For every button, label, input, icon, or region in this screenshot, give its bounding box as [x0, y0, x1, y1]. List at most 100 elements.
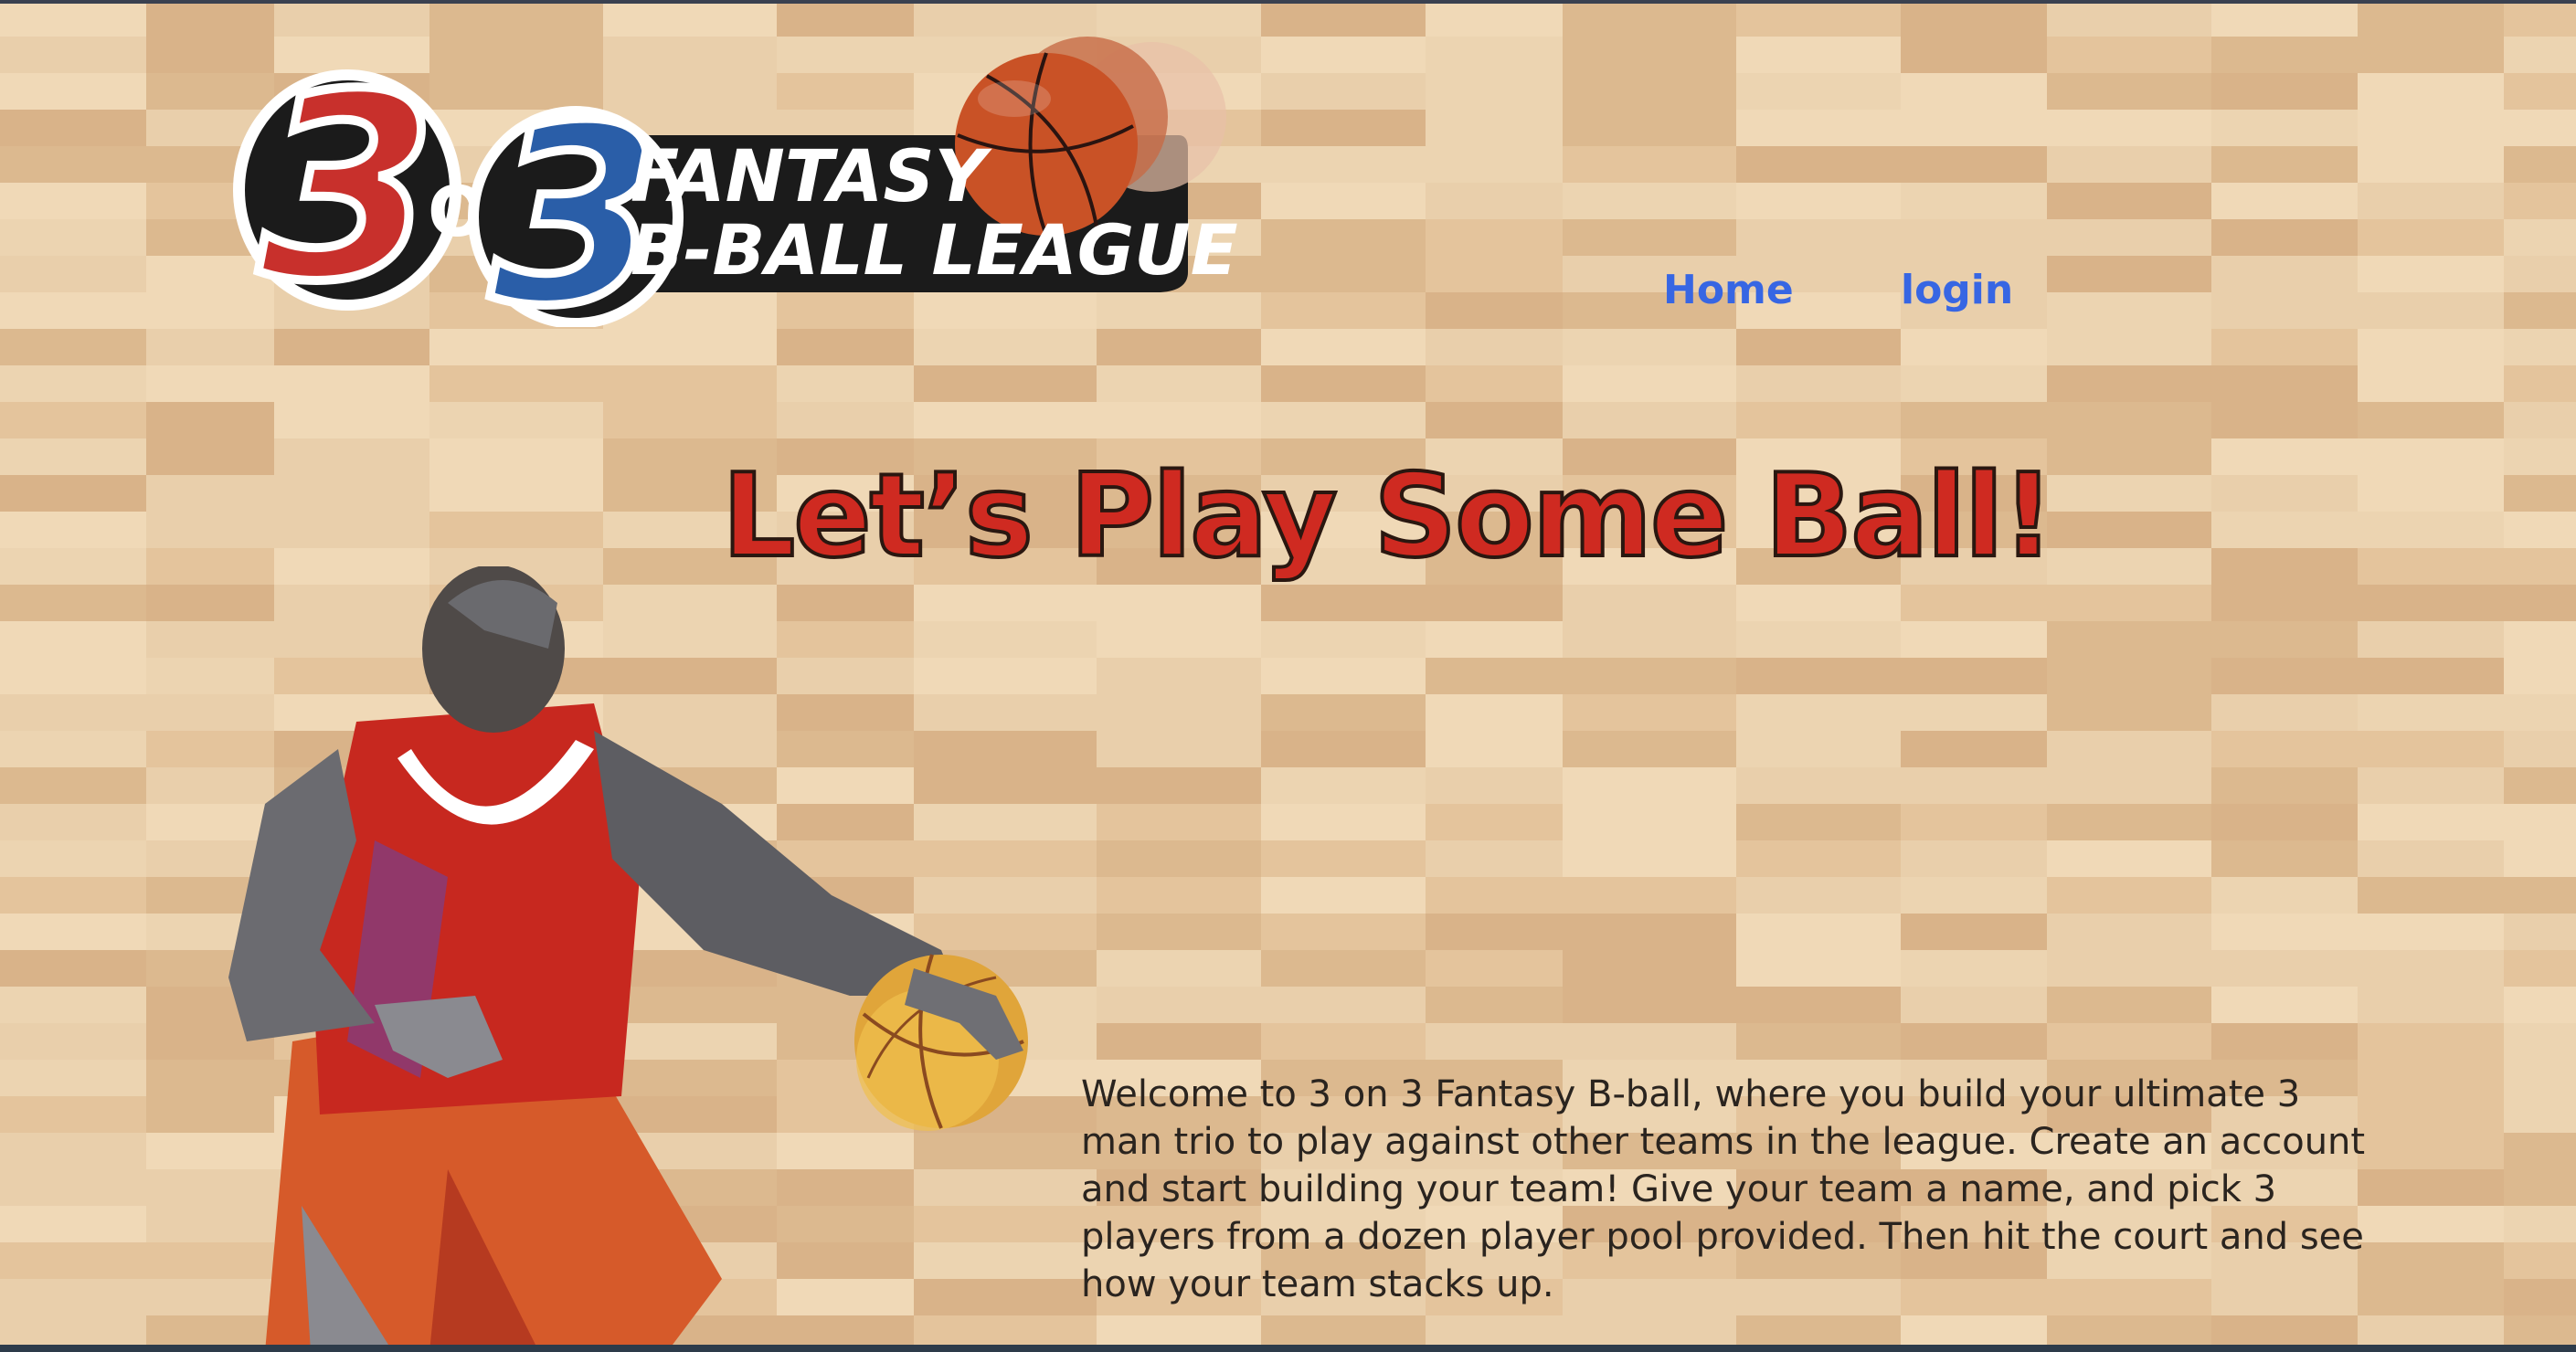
- floor-plank: [2358, 402, 2504, 438]
- floor-plank: [2211, 219, 2358, 256]
- floor-plank: [1261, 987, 1426, 1023]
- floor-plank: [2504, 1206, 2576, 1242]
- floor-plank: [1097, 585, 1261, 621]
- floor-plank: [2504, 950, 2576, 987]
- floor-plank: [0, 256, 146, 292]
- floor-plank: [1097, 767, 1261, 804]
- floor-plank: [1736, 914, 1901, 950]
- floor-plank: [0, 329, 146, 365]
- floor-plank: [1736, 365, 1901, 402]
- floor-plank: [1563, 110, 1736, 146]
- floor-plank: [2358, 183, 2504, 219]
- window-bottom-border: [0, 1345, 2576, 1352]
- floor-plank: [1426, 987, 1563, 1023]
- floor-plank: [1563, 402, 1736, 438]
- floor-plank: [0, 512, 146, 548]
- floor-plank: [2047, 183, 2211, 219]
- floor-plank: [0, 621, 146, 658]
- floor-plank: [2504, 658, 2576, 694]
- floor-plank: [1261, 1023, 1426, 1060]
- floor-plank: [0, 1206, 146, 1242]
- floor-plank: [1261, 804, 1426, 840]
- floor-plank: [1426, 256, 1563, 292]
- floor-plank: [2504, 110, 2576, 146]
- floor-plank: [914, 0, 1097, 37]
- floor-plank: [1901, 804, 2047, 840]
- floor-plank: [2211, 256, 2358, 292]
- floor-plank: [2358, 475, 2504, 512]
- floor-plank: [2504, 767, 2576, 804]
- floor-plank: [1097, 987, 1261, 1023]
- floor-plank: [0, 987, 146, 1023]
- floor-plank: [603, 365, 777, 402]
- floor-plank: [1261, 256, 1426, 292]
- floor-plank: [2358, 365, 2504, 402]
- floor-plank: [1563, 914, 1736, 950]
- floor-plank: [0, 0, 146, 37]
- intro-paragraph: Welcome to 3 on 3 Fantasy B-ball, where …: [1081, 1073, 2366, 1305]
- floor-plank: [1736, 585, 1901, 621]
- floor-plank: [146, 365, 274, 402]
- floor-plank: [2504, 402, 2576, 438]
- floor-plank: [2211, 950, 2358, 987]
- floor-plank: [1901, 987, 2047, 1023]
- floor-plank: [1736, 767, 1901, 804]
- floor-plank: [2047, 1023, 2211, 1060]
- floor-plank: [1901, 73, 2047, 110]
- floor-plank: [146, 475, 274, 512]
- floor-plank: [2504, 329, 2576, 365]
- floor-plank: [1563, 950, 1736, 987]
- floor-plank: [1426, 840, 1563, 877]
- floor-plank: [1563, 329, 1736, 365]
- floor-plank: [1426, 110, 1563, 146]
- floor-plank: [1736, 402, 1901, 438]
- floor-plank: [2211, 767, 2358, 804]
- floor-plank: [1426, 621, 1563, 658]
- floor-plank: [1097, 877, 1261, 914]
- floor-plank: [2211, 585, 2358, 621]
- floor-plank: [1736, 329, 1901, 365]
- floor-plank: [1901, 183, 2047, 219]
- floor-plank: [2047, 219, 2211, 256]
- floor-plank: [2047, 329, 2211, 365]
- floor-plank: [1736, 219, 1901, 256]
- floor-plank: [1736, 694, 1901, 731]
- floor-plank: [1563, 73, 1736, 110]
- floor-plank: [2211, 987, 2358, 1023]
- floor-plank: [429, 512, 603, 548]
- floor-plank: [2211, 292, 2358, 329]
- floor-plank: [603, 329, 777, 365]
- floor-plank: [2504, 731, 2576, 767]
- floor-plank: [2504, 1242, 2576, 1279]
- floor-plank: [2358, 621, 2504, 658]
- floor-plank: [1901, 402, 2047, 438]
- floor-plank: [1563, 37, 1736, 73]
- floor-plank: [1736, 37, 1901, 73]
- basketball-player-illustration: [228, 566, 1028, 1352]
- nav-login-link[interactable]: login: [1901, 267, 2013, 313]
- nav-home-link[interactable]: Home: [1663, 267, 1794, 313]
- floor-plank: [1426, 365, 1563, 402]
- site-logo[interactable]: 3 ON 3 FANTASY B-BALL LEAGUE: [219, 35, 1252, 364]
- floor-plank: [2211, 731, 2358, 767]
- floor-plank: [2358, 0, 2504, 37]
- floor-plank: [2211, 1023, 2358, 1060]
- floor-plank: [2358, 1096, 2504, 1133]
- floor-plank: [0, 804, 146, 840]
- floor-plank: [1261, 767, 1426, 804]
- window-top-border: [0, 0, 2576, 4]
- floor-plank: [1426, 877, 1563, 914]
- logo-three-left: 3: [259, 40, 437, 327]
- floor-plank: [2047, 37, 2211, 73]
- floor-plank: [1261, 914, 1426, 950]
- floor-plank: [2211, 110, 2358, 146]
- floor-plank: [429, 0, 603, 37]
- floor-plank: [1261, 146, 1426, 183]
- floor-plank: [2504, 1133, 2576, 1169]
- floor-plank: [914, 329, 1097, 365]
- floor-plank: [2504, 1169, 2576, 1206]
- floor-plank: [1563, 0, 1736, 37]
- floor-plank: [1736, 840, 1901, 877]
- floor-plank: [2211, 621, 2358, 658]
- floor-plank: [1426, 914, 1563, 950]
